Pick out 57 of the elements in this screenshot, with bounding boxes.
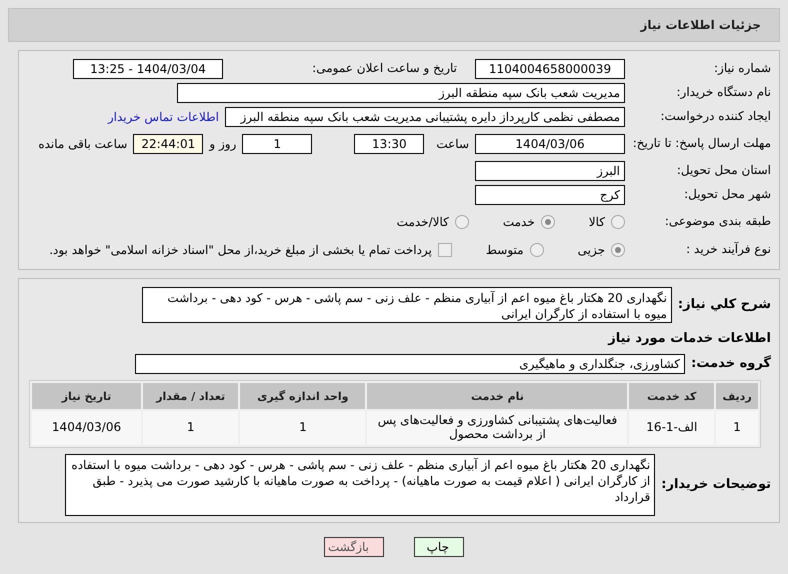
field-label: ایجاد کننده درخواست:	[659, 110, 771, 124]
table-header: نام خدمت	[367, 383, 628, 409]
back-button[interactable]: بازگشت	[324, 537, 384, 557]
field-label: استان محل تحویل:	[676, 164, 771, 178]
radio-button[interactable]	[611, 215, 625, 229]
table-cell: 1404/03/06	[32, 411, 142, 445]
field-label: مهلت ارسال پاسخ: تا تاریخ:	[632, 137, 771, 151]
requester-field: مصطفی نظمی کارپرداز دایره پشتیبانی مدیریت شعب بانک سپه منطقه البرز	[225, 107, 625, 127]
option-label: جزیی	[578, 243, 605, 257]
page-title: جزئیات اطلاعات نیاز	[640, 18, 761, 32]
field-label: شرح کلي نياز:	[678, 298, 771, 312]
field-label: گروه خدمت:	[691, 356, 771, 372]
field-label: ساعت باقی مانده	[38, 137, 128, 151]
field-label: ساعت	[436, 137, 469, 151]
buyer-contact-link[interactable]: اطلاعات تماس خریدار	[108, 110, 219, 124]
service-group-field: کشاورزی، جنگلداری و ماهیگیری	[135, 354, 685, 374]
need-number-field: 1104004658000039	[475, 59, 625, 79]
remaining-time-field: 22:44:01	[133, 134, 204, 154]
option-label: خدمت	[502, 215, 535, 229]
radio-button[interactable]	[454, 215, 469, 229]
radio-button[interactable]	[530, 243, 544, 257]
days-field: 1	[242, 134, 312, 154]
field-label: توضیحات خریدار:	[661, 478, 771, 492]
section-title: اطلاعات خدمات مورد نياز	[606, 330, 771, 348]
table-header: تعداد / مقدار	[143, 383, 238, 409]
table-cell: 1	[143, 411, 238, 445]
deadline-date-field: 1404/03/06	[475, 134, 625, 154]
option-label: کالا	[588, 215, 605, 229]
table-cell: 1	[240, 411, 366, 445]
announce-date-field: 1404/03/04 - 13:25	[73, 59, 223, 79]
option-label: کالا/خدمت	[396, 215, 449, 229]
description-textarea: نگهداری 20 هکتار باغ میوه اعم از آبیاری منظم - علف زنی - سم پاشی - هرس - کود دهی - برداشت میوه با استفاده از کارگران ایرانی	[142, 287, 672, 323]
option-label: متوسط	[486, 243, 524, 257]
table-cell: الف-1-16	[629, 411, 714, 445]
city-field: کرج	[475, 185, 625, 205]
field-label: نوع فرآیند خرید :	[685, 243, 771, 257]
table-header: تاریخ نیاز	[32, 383, 142, 409]
table-cell: فعالیت‌های پشتیبانی کشاورزی و فعالیت‌های پس از برداشت محصول	[367, 411, 628, 445]
deadline-time-field: 13:30	[354, 134, 424, 154]
radio-button[interactable]	[540, 215, 555, 229]
buyer-org-field: مدیریت شعب بانک سپه منطقه البرز	[177, 83, 625, 103]
radio-button[interactable]	[611, 243, 625, 257]
province-field: البرز	[475, 161, 625, 181]
print-button[interactable]: چاپ	[414, 537, 464, 557]
checkbox[interactable]	[438, 243, 452, 257]
checkbox-label: پرداخت تمام یا بخشی از مبلغ خرید،از محل "اسناد خزانه اسلامی" خواهد بود.	[49, 243, 432, 257]
field-label: نام دستگاه خریدار:	[676, 86, 771, 100]
field-label: تاریخ و ساعت اعلان عمومی:	[311, 62, 458, 76]
table-header: واحد اندازه گیری	[240, 383, 366, 409]
field-label: شماره نیاز:	[713, 62, 771, 76]
table-header: ردیف	[716, 383, 758, 409]
field-label: طبقه بندی موضوعی:	[664, 215, 771, 229]
field-label: شهر محل تحویل:	[683, 188, 771, 202]
field-label: روز و	[209, 137, 236, 151]
buyer-notes-textarea: نگهداری 20 هکتار باغ میوه اعم از آبیاری منظم - علف زنی - سم پاشی - هرس - کود دهی - برداشت میوه با استفاده از کارگران ایرانی ( اعلام قیمت به صورت ماهیانه) - پرداخت به صورت ماهیانه با کارشید صورت می پذیرد - طبق قرارداد	[65, 454, 656, 516]
table-header: کد خدمت	[629, 383, 714, 409]
table-cell: 1	[716, 411, 758, 445]
